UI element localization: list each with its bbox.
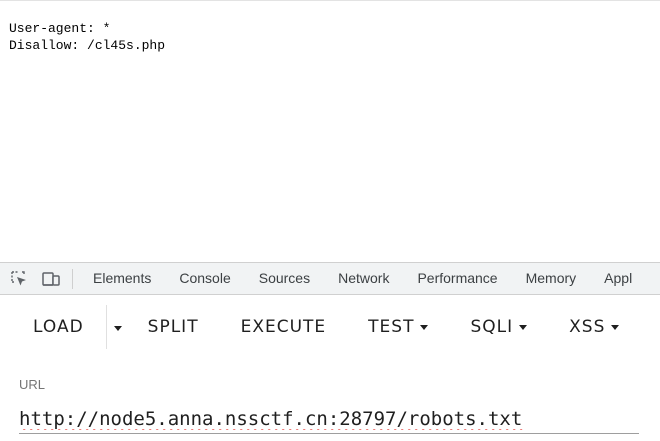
devtools-separator: [72, 268, 73, 289]
device-toolbar-icon[interactable]: [40, 268, 62, 290]
load-button[interactable]: LOAD: [33, 307, 84, 347]
url-label: URL: [19, 377, 46, 392]
hackbar-toolbar: LOAD SPLIT EXECUTE TEST SQLI XSS: [0, 295, 660, 359]
execute-button[interactable]: EXECUTE: [241, 307, 327, 347]
xss-label: XSS: [569, 317, 606, 337]
tab-console[interactable]: Console: [165, 263, 244, 294]
test-dropdown-button[interactable]: TEST: [368, 307, 429, 347]
tab-memory[interactable]: Memory: [512, 263, 591, 294]
tab-performance[interactable]: Performance: [403, 263, 511, 294]
sqli-dropdown-button[interactable]: SQLI: [470, 307, 528, 347]
xss-dropdown-button[interactable]: XSS: [569, 307, 620, 347]
tab-network[interactable]: Network: [324, 263, 403, 294]
robots-txt-content: User-agent: * Disallow: /cl45s.php: [9, 21, 166, 53]
url-input[interactable]: [19, 404, 639, 434]
page-content: User-agent: * Disallow: /cl45s.php: [0, 0, 660, 262]
test-label: TEST: [368, 317, 415, 337]
chevron-down-icon: [420, 324, 429, 330]
tab-elements[interactable]: Elements: [79, 263, 165, 294]
inspect-element-icon[interactable]: [8, 268, 30, 290]
chevron-down-icon: [519, 324, 528, 330]
tab-application[interactable]: Appl: [590, 263, 646, 294]
chevron-down-icon: [113, 326, 122, 331]
load-divider: [105, 305, 107, 349]
chevron-down-icon: [611, 324, 620, 330]
tab-sources[interactable]: Sources: [245, 263, 324, 294]
sqli-label: SQLI: [470, 317, 514, 337]
load-dropdown-button[interactable]: [113, 318, 124, 336]
devtools-tab-bar: Elements Console Sources Network Perform…: [0, 262, 660, 295]
split-button[interactable]: SPLIT: [148, 307, 199, 347]
